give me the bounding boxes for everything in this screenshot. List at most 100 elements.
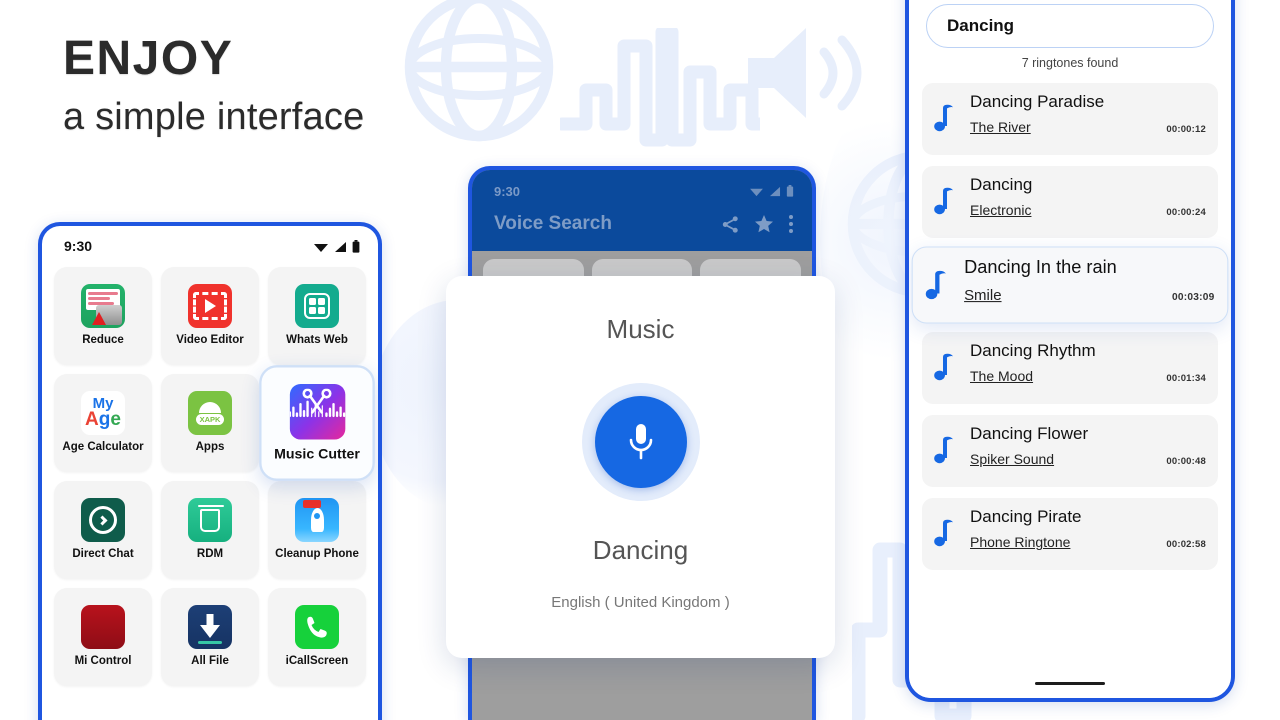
app-tile-all-file[interactable]: All File [161, 588, 259, 686]
ringtone-subtitle[interactable]: Smile [964, 286, 1001, 303]
app-tile-label: Whats Web [286, 334, 348, 347]
reduce-app-icon [81, 284, 125, 329]
sound-wave-icon [560, 28, 760, 147]
mic-button-halo [581, 383, 700, 501]
app-tile-label: Music Cutter [274, 444, 360, 462]
search-input[interactable]: Dancing [926, 4, 1214, 48]
music-note-icon [934, 104, 953, 132]
music-note-icon [934, 436, 953, 464]
app-tile-music-cutter[interactable]: Music Cutter [259, 365, 375, 481]
globe-icon [404, 0, 554, 142]
ringtone-duration: 00:03:09 [1172, 291, 1215, 304]
home-indicator[interactable] [1035, 681, 1105, 685]
app-tile-label: Cleanup Phone [275, 548, 359, 561]
headline-line-2: a simple interface [63, 96, 365, 139]
apps-xapk-icon: XAPK [188, 391, 232, 436]
whats-web-app-icon [295, 284, 339, 329]
app-tile-mi-control[interactable]: Mi Control [54, 588, 152, 686]
list-item[interactable]: Dancing Electronic 00:00:24 [922, 166, 1218, 238]
app-tile-label: All File [191, 655, 229, 668]
status-clock: 9:30 [494, 183, 521, 199]
ringtone-title: Dancing In the rain [964, 257, 1117, 278]
app-tile-whats-web[interactable]: Whats Web [268, 267, 366, 365]
music-note-icon [934, 353, 953, 381]
mic-button[interactable] [594, 396, 687, 488]
app-tile-video-editor[interactable]: Video Editor [161, 267, 259, 365]
list-item[interactable]: Dancing Paradise The River 00:00:12 [922, 83, 1218, 155]
right-phone-mockup: Dancing 7 ringtones found Dancing Paradi… [905, 0, 1235, 702]
recognized-word: Dancing [592, 535, 689, 565]
status-clock: 9:30 [64, 238, 93, 254]
direct-chat-app-icon [81, 498, 125, 543]
list-item-selected[interactable]: Dancing In the rain Smile 00:03:09 [911, 246, 1229, 324]
list-item[interactable]: Dancing Flower Spiker Sound 00:00:48 [922, 415, 1218, 487]
star-icon[interactable] [754, 214, 774, 234]
voice-search-dialog: Music Dancing English ( United Kingdom ) [446, 276, 835, 658]
music-note-icon [934, 519, 953, 547]
search-input-value: Dancing [947, 16, 1015, 35]
ringtone-title: Dancing Rhythm [970, 341, 1096, 360]
wifi-icon [314, 243, 328, 252]
status-icon-group [749, 185, 794, 197]
signal-icon [335, 241, 346, 252]
status-bar: 9:30 [472, 179, 812, 203]
ringtone-subtitle[interactable]: The River [970, 119, 1031, 135]
ringtone-subtitle[interactable]: The Mood [970, 368, 1033, 384]
ringtone-subtitle[interactable]: Phone Ringtone [970, 534, 1070, 550]
battery-icon [352, 239, 360, 253]
results-count: 7 ringtones found [1021, 56, 1119, 70]
promo-headline: ENJOY a simple interface [63, 32, 365, 139]
more-vertical-icon[interactable] [788, 214, 794, 234]
app-tile-cleanup-phone[interactable]: Cleanup Phone [268, 481, 366, 579]
app-tile-apps[interactable]: XAPK Apps [161, 374, 259, 472]
ringtone-subtitle[interactable]: Electronic [970, 202, 1031, 218]
speaker-volume-icon [748, 28, 862, 118]
app-tile-reduce[interactable]: Reduce [54, 267, 152, 365]
wifi-icon [750, 188, 763, 197]
app-tile-label: Video Editor [176, 334, 244, 347]
music-note-icon [934, 187, 953, 215]
app-tile-label: Apps [195, 441, 225, 454]
cleanup-phone-app-icon [295, 498, 339, 543]
signal-icon [769, 186, 781, 197]
ringtone-duration: 00:00:48 [1166, 456, 1206, 468]
ringtone-subtitle[interactable]: Spiker Sound [970, 451, 1054, 467]
ringtone-title: Dancing Pirate [970, 507, 1082, 526]
share-icon[interactable] [721, 215, 740, 234]
headline-line-1: ENJOY [63, 32, 234, 85]
mi-control-app-icon [81, 605, 125, 650]
list-item[interactable]: Dancing Rhythm The Mood 00:01:34 [922, 332, 1218, 404]
app-bar-title: Voice Search [494, 213, 612, 234]
left-phone-mockup: 9:30 Reduce Video Editor Whats Web My Ag… [38, 222, 382, 720]
app-tile-label: Reduce [82, 334, 124, 347]
icallscreen-app-icon [295, 605, 339, 650]
app-tile-label: Direct Chat [72, 548, 134, 561]
status-icon-group [313, 239, 360, 253]
app-bar-actions [721, 214, 794, 234]
app-tile-age-calculator[interactable]: My Age Age Calculator [54, 374, 152, 472]
recognition-language: English ( United Kingdom ) [551, 594, 730, 611]
app-bar-row: Voice Search [472, 203, 812, 251]
music-note-icon [925, 270, 946, 300]
rdm-app-icon [188, 498, 232, 543]
promo-screenshot: ENJOY a simple interface 9:30 Reduce Vid… [0, 0, 1280, 720]
ringtone-list: Dancing Paradise The River 00:00:12 Danc… [911, 83, 1229, 570]
app-tile-label: RDM [196, 548, 224, 561]
ringtone-duration: 00:00:12 [1166, 124, 1206, 136]
app-tile-icallscreen[interactable]: iCallScreen [268, 588, 366, 686]
app-tile-rdm[interactable]: RDM [161, 481, 259, 579]
app-tile-label: iCallScreen [285, 655, 349, 668]
ringtone-title: Dancing Paradise [970, 92, 1105, 111]
music-cutter-app-icon [289, 383, 345, 440]
ringtone-title: Dancing Flower [970, 424, 1089, 443]
battery-icon [786, 185, 794, 197]
microphone-icon [629, 424, 652, 460]
app-grid: Reduce Video Editor Whats Web My Age Age… [42, 260, 378, 696]
dialog-title: Music [606, 314, 675, 344]
ringtone-duration: 00:01:34 [1166, 373, 1206, 385]
app-tile-label: Mi Control [74, 655, 132, 668]
ringtone-duration: 00:00:24 [1166, 207, 1206, 219]
app-tile-direct-chat[interactable]: Direct Chat [54, 481, 152, 579]
app-tile-label: Age Calculator [62, 441, 144, 454]
list-item[interactable]: Dancing Pirate Phone Ringtone 00:02:58 [922, 498, 1218, 570]
